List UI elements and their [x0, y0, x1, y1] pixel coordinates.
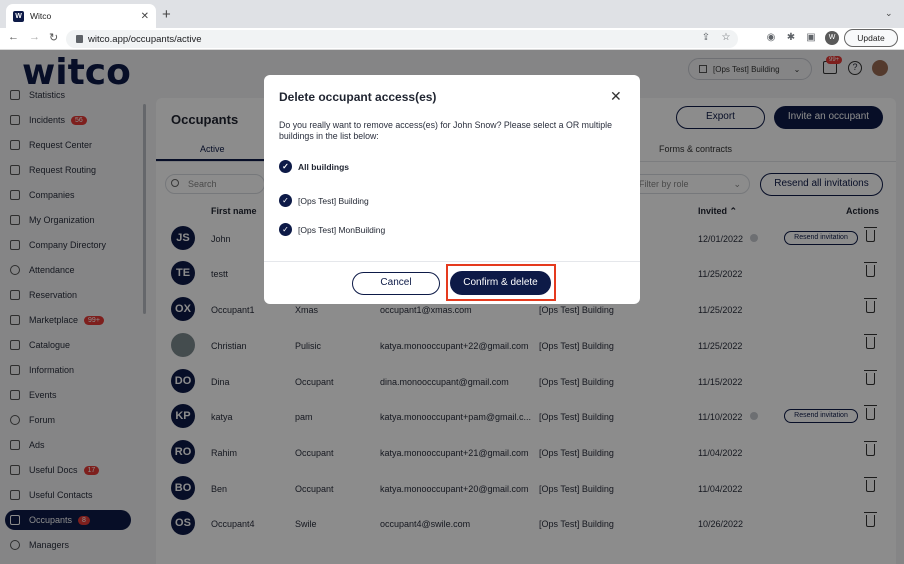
extension-color-icon[interactable]: ◉	[765, 32, 777, 44]
forward-icon[interactable]: →	[29, 31, 40, 43]
modal-divider	[264, 261, 640, 262]
option-ops-test-building[interactable]: ✓ [Ops Test] Building	[279, 194, 369, 207]
tab-title: Witco	[30, 11, 52, 21]
chevron-down-icon[interactable]: ⌄	[885, 8, 893, 19]
option-all-buildings[interactable]: ✓ All buildings	[279, 160, 349, 173]
lock-icon	[76, 35, 83, 43]
extensions-puzzle-icon[interactable]: ✱	[785, 32, 797, 44]
close-icon[interactable]: ✕	[610, 88, 622, 105]
checkbox-checked-icon[interactable]: ✓	[279, 223, 292, 236]
back-icon[interactable]: ←	[8, 31, 19, 43]
address-bar-row: ← → ↻ witco.app/occupants/active ⇪ ☆ ◉ ✱…	[0, 28, 904, 50]
reload-icon[interactable]: ↻	[49, 31, 58, 44]
checkbox-checked-icon[interactable]: ✓	[279, 160, 292, 173]
cancel-button[interactable]: Cancel	[352, 272, 440, 295]
confirm-delete-button[interactable]: Confirm & delete	[450, 271, 551, 295]
option-ops-test-monbuilding[interactable]: ✓ [Ops Test] MonBuilding	[279, 223, 385, 236]
checkbox-checked-icon[interactable]: ✓	[279, 194, 292, 207]
share-icon[interactable]: ⇪	[700, 32, 712, 44]
option-label: [Ops Test] Building	[298, 195, 369, 206]
bookmark-star-icon[interactable]: ☆	[720, 32, 732, 44]
close-tab-icon[interactable]: ✕	[141, 11, 149, 22]
url-field[interactable]: witco.app/occupants/active	[66, 30, 738, 48]
modal-message: Do you really want to remove access(es) …	[279, 120, 612, 141]
browser-tab[interactable]: W Witco ✕	[6, 4, 156, 28]
option-label: All buildings	[298, 161, 349, 172]
new-tab-icon[interactable]: +	[162, 6, 171, 23]
modal-title: Delete occupant access(es)	[279, 90, 437, 104]
update-button[interactable]: Update	[844, 29, 898, 47]
witco-favicon-icon: W	[13, 10, 24, 22]
profile-avatar[interactable]: W	[825, 31, 839, 45]
url-text: witco.app/occupants/active	[88, 33, 202, 45]
option-label: [Ops Test] MonBuilding	[298, 224, 386, 235]
sidepanel-icon[interactable]: ▣	[805, 32, 817, 44]
